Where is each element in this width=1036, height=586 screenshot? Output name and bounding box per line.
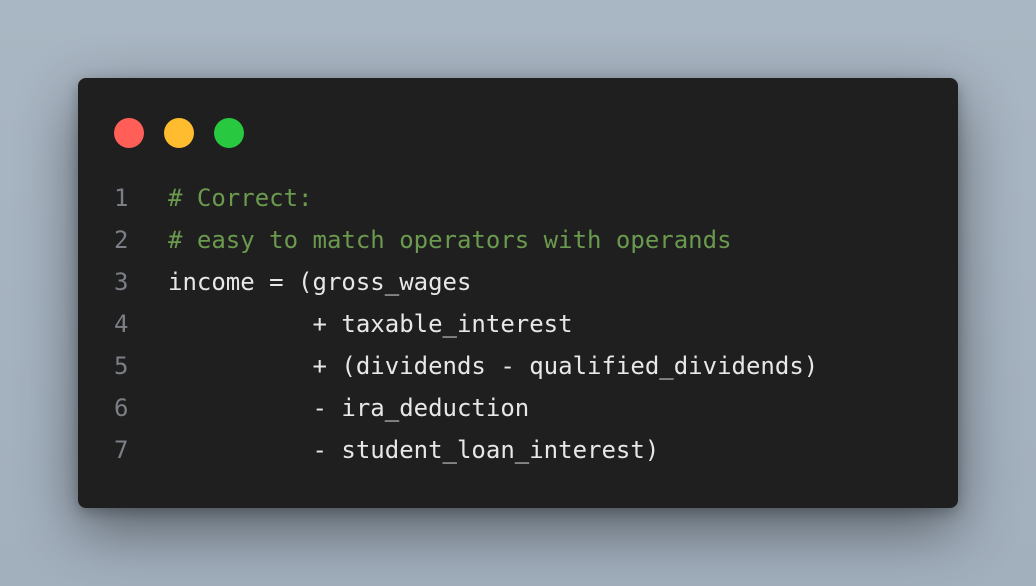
code-text: + taxable_interest xyxy=(168,310,573,338)
window-controls xyxy=(114,118,264,148)
code-text: income = (gross_wages xyxy=(168,268,472,296)
code-window: 1 # Correct: 2 # easy to match operators… xyxy=(78,78,958,508)
line-number: 6 xyxy=(114,394,129,422)
line-number: 7 xyxy=(114,436,129,464)
minimize-button[interactable] xyxy=(164,118,194,148)
code-block: 1 # Correct: 2 # easy to match operators… xyxy=(114,177,818,471)
line-number: 2 xyxy=(114,226,129,254)
code-line-3: 3 income = (gross_wages xyxy=(114,261,818,303)
code-comment: # easy to match operators with operands xyxy=(168,226,732,254)
line-number: 4 xyxy=(114,310,129,338)
maximize-button[interactable] xyxy=(214,118,244,148)
code-text: + (dividends - qualified_dividends) xyxy=(168,352,819,380)
line-number: 3 xyxy=(114,268,129,296)
code-comment: # Correct: xyxy=(168,184,313,212)
close-button[interactable] xyxy=(114,118,144,148)
line-number: 5 xyxy=(114,352,129,380)
code-line-2: 2 # easy to match operators with operand… xyxy=(114,219,818,261)
code-line-4: 4 + taxable_interest xyxy=(114,303,818,345)
code-line-1: 1 # Correct: xyxy=(114,177,818,219)
code-line-7: 7 - student_loan_interest) xyxy=(114,429,818,471)
line-number: 1 xyxy=(114,184,129,212)
code-text: - ira_deduction xyxy=(168,394,530,422)
code-line-6: 6 - ira_deduction xyxy=(114,387,818,429)
code-text: - student_loan_interest) xyxy=(168,436,660,464)
code-line-5: 5 + (dividends - qualified_dividends) xyxy=(114,345,818,387)
